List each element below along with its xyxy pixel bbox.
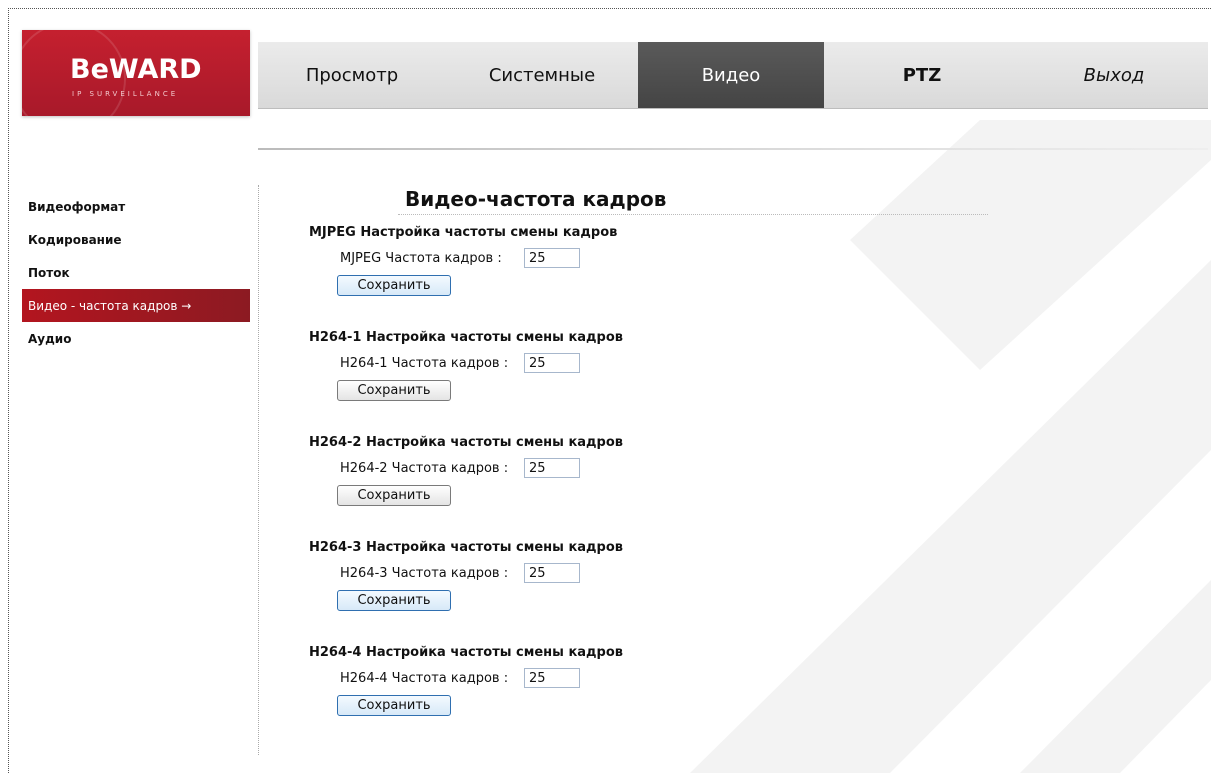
frame-rate-label: H264-2 Частота кадров :	[340, 460, 509, 476]
logo-text: BeWARD	[70, 54, 202, 85]
logo-subtitle: IP SURVEILLANCE	[72, 90, 179, 98]
frame-rate-row: H264-2 Частота кадров :	[340, 455, 623, 481]
section-title: H264-2 Настройка частоты смены кадров	[309, 435, 623, 450]
frame-rate-label: H264-3 Частота кадров :	[340, 565, 509, 581]
sidebar-item-stream[interactable]: Поток	[22, 256, 250, 289]
frame-rate-label: H264-1 Частота кадров :	[340, 355, 509, 371]
mjpeg-section: MJPEG Настройка частоты смены кадров MJP…	[309, 225, 617, 296]
section-title: H264-1 Настройка частоты смены кадров	[309, 330, 623, 345]
section-title: MJPEG Настройка частоты смены кадров	[309, 225, 618, 240]
sidebar-item-videoformat[interactable]: Видеоформат	[22, 190, 250, 223]
h264-3-section: H264-3 Настройка частоты смены кадров H2…	[309, 540, 623, 611]
frame-rate-row: H264-4 Частота кадров :	[340, 665, 623, 691]
h264-3-frame-rate-input[interactable]	[524, 563, 580, 583]
section-title: H264-4 Настройка частоты смены кадров	[309, 645, 623, 660]
sidebar-divider	[258, 185, 259, 755]
h264-3-save-button[interactable]: Сохранить	[337, 590, 451, 611]
mjpeg-frame-rate-input[interactable]	[524, 248, 580, 268]
header-divider	[258, 148, 1208, 150]
frame-rate-row: H264-1 Частота кадров :	[340, 350, 623, 376]
nav-exit[interactable]: Выход	[1020, 42, 1208, 108]
h264-2-save-button[interactable]: Сохранить	[337, 485, 451, 506]
h264-1-frame-rate-input[interactable]	[524, 353, 580, 373]
h264-4-frame-rate-input[interactable]	[524, 668, 580, 688]
h264-4-section: H264-4 Настройка частоты смены кадров H2…	[309, 645, 623, 716]
logo[interactable]: BeWARD IP SURVEILLANCE	[22, 30, 250, 116]
sidebar: Видеоформат Кодирование Поток Видео - ча…	[22, 190, 250, 355]
section-title: H264-3 Настройка частоты смены кадров	[309, 540, 623, 555]
sidebar-item-frame-rate[interactable]: Видео - частота кадров →	[22, 289, 250, 322]
sidebar-item-audio[interactable]: Аудио	[22, 322, 250, 355]
h264-4-save-button[interactable]: Сохранить	[337, 695, 451, 716]
frame-rate-label: MJPEG Частота кадров :	[340, 250, 502, 266]
h264-1-section: H264-1 Настройка частоты смены кадров H2…	[309, 330, 623, 401]
h264-2-frame-rate-input[interactable]	[524, 458, 580, 478]
frame-rate-row: MJPEG Частота кадров :	[340, 245, 617, 271]
nav-system[interactable]: Системные	[446, 42, 638, 108]
title-divider	[398, 214, 988, 215]
nav-view[interactable]: Просмотр	[258, 42, 446, 108]
sidebar-item-encoding[interactable]: Кодирование	[22, 223, 250, 256]
mjpeg-save-button[interactable]: Сохранить	[337, 275, 451, 296]
h264-1-save-button[interactable]: Сохранить	[337, 380, 451, 401]
frame-rate-label: H264-4 Частота кадров :	[340, 670, 509, 686]
h264-2-section: H264-2 Настройка частоты смены кадров H2…	[309, 435, 623, 506]
nav-video[interactable]: Видео	[638, 42, 824, 108]
frame-rate-row: H264-3 Частота кадров :	[340, 560, 623, 586]
nav-ptz[interactable]: PTZ	[824, 42, 1020, 108]
top-nav: Просмотр Системные Видео PTZ Выход	[258, 42, 1208, 109]
page-title: Видео-частота кадров	[405, 187, 667, 211]
